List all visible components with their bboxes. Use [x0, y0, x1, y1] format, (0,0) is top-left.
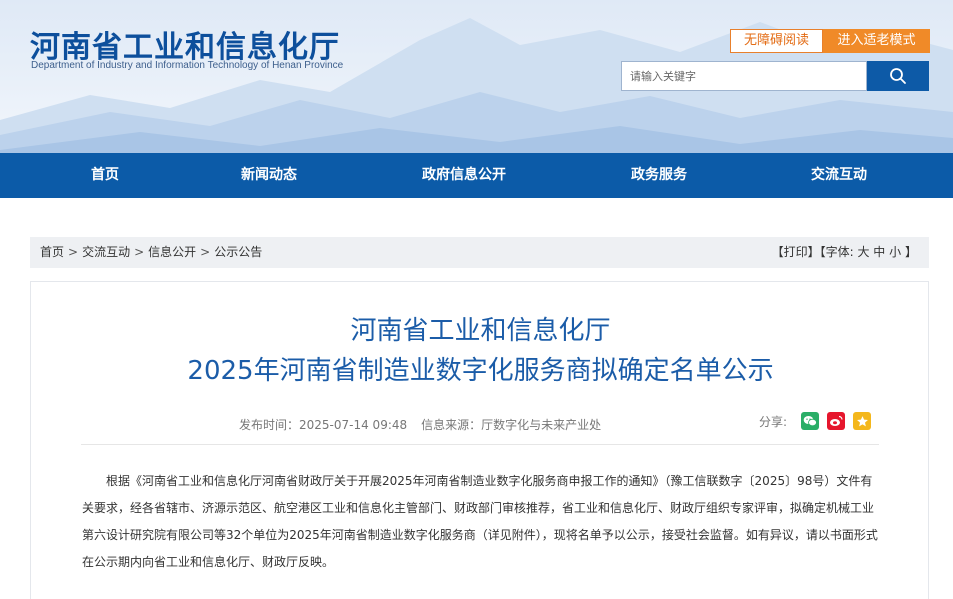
search-button[interactable]: [867, 61, 929, 91]
header-banner: 河南省工业和信息化厅 Department of Industry and In…: [0, 0, 953, 153]
breadcrumb-bar: 首页 > 交流互动 > 信息公开 > 公示公告 【打印】【字体: 大 中 小 】: [30, 237, 929, 268]
font-medium-button[interactable]: 中: [873, 245, 885, 259]
main-nav: 首页 新闻动态 政府信息公开 政务服务 交流互动: [0, 153, 953, 198]
breadcrumb-interaction[interactable]: 交流互动: [82, 245, 130, 259]
article-body: 根据《河南省工业和信息化厅河南省财政厅关于开展2025年河南省制造业数字化服务商…: [82, 474, 878, 569]
font-small-button[interactable]: 小: [889, 245, 901, 259]
page-tools: 【打印】【字体: 大 中 小 】: [772, 237, 917, 268]
breadcrumb-home[interactable]: 首页: [40, 245, 64, 259]
meta-divider: [81, 444, 879, 445]
share-label: 分享:: [759, 414, 788, 429]
breadcrumb: 首页 > 交流互动 > 信息公开 > 公示公告: [40, 237, 262, 268]
search-input[interactable]: [621, 61, 867, 91]
nav-item-gov-info[interactable]: 政府信息公开: [404, 153, 524, 198]
print-button[interactable]: 【打印】: [772, 245, 820, 259]
nav-item-news[interactable]: 新闻动态: [224, 153, 314, 198]
article-title-line1: 河南省工业和信息化厅: [350, 316, 611, 346]
favorite-icon[interactable]: [853, 412, 872, 430]
breadcrumb-separator: >: [68, 245, 79, 259]
accessibility-button[interactable]: 无障碍阅读: [730, 29, 823, 53]
article-container: 河南省工业和信息化厅 2025年河南省制造业数字化服务商拟确定名单公示 发布时间…: [30, 281, 929, 599]
nav-item-home[interactable]: 首页: [60, 153, 150, 198]
site-subtitle: Department of Industry and Information T…: [31, 60, 344, 71]
article-meta: 发布时间：2025-07-14 09:48 信息来源：厅数字化与未来产业处: [239, 416, 601, 433]
nav-item-services[interactable]: 政务服务: [614, 153, 704, 198]
breadcrumb-separator: >: [200, 245, 211, 259]
search-icon: [890, 68, 906, 84]
weibo-icon[interactable]: [827, 412, 846, 430]
elder-mode-button[interactable]: 进入适老模式: [823, 29, 930, 53]
share-bar: 分享:: [759, 412, 879, 430]
font-large-button[interactable]: 大: [857, 245, 869, 259]
breadcrumb-separator: >: [134, 245, 145, 259]
font-size-suffix: 】: [904, 245, 917, 259]
publish-time: 发布时间：2025-07-14 09:48: [239, 418, 408, 432]
font-size-label: 【字体:: [819, 245, 854, 259]
article-title-line2: 2025年河南省制造业数字化服务商拟确定名单公示: [187, 356, 774, 386]
wechat-icon[interactable]: [801, 412, 820, 430]
breadcrumb-info-public[interactable]: 信息公开: [148, 245, 196, 259]
nav-item-interaction[interactable]: 交流互动: [794, 153, 884, 198]
breadcrumb-announcements[interactable]: 公示公告: [214, 245, 262, 259]
info-source: 信息来源：厅数字化与未来产业处: [421, 418, 602, 432]
